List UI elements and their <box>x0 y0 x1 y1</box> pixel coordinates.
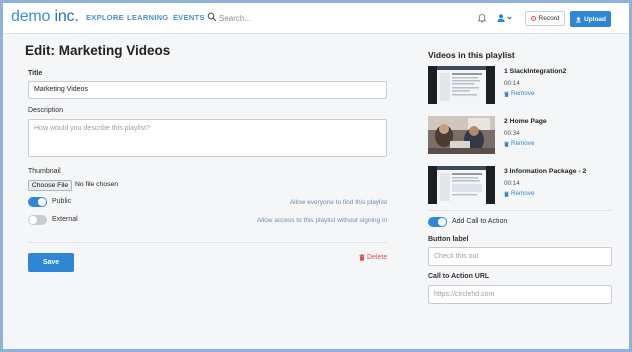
record-button[interactable]: Record <box>525 11 565 26</box>
external-hint: Allow access to this playlist without si… <box>256 217 387 224</box>
logo-text: demo <box>11 8 51 25</box>
nav-explore[interactable]: EXPLORE <box>86 13 124 22</box>
video-title[interactable]: 2 Home Page <box>504 118 547 125</box>
trash-icon <box>504 91 509 97</box>
video-title[interactable]: 1 SlackIntegration2 <box>504 68 566 75</box>
cta-url-input[interactable]: https://circlehd.com <box>428 285 612 304</box>
search-icon <box>207 12 217 22</box>
upload-button-label: Upload <box>583 15 607 23</box>
remove-video-button[interactable]: Remove <box>504 190 534 197</box>
cta-url-heading: Call to Action URL <box>428 273 490 280</box>
external-toggle[interactable] <box>28 215 47 225</box>
record-button-label: Record <box>538 15 560 22</box>
dark-screen-thumbnail-icon[interactable] <box>428 166 495 204</box>
call-to-action-label: Add Call to Action <box>452 218 508 225</box>
video-duration: 00:14 <box>504 80 520 87</box>
upload-button[interactable]: Upload <box>570 11 611 27</box>
upload-icon <box>575 16 581 22</box>
delete-label: Delete <box>367 254 388 261</box>
file-status-text: No file chosen <box>75 181 119 188</box>
video-duration: 00:14 <box>504 180 520 187</box>
logo-suffix: inc. <box>50 8 79 25</box>
button-label-input[interactable]: Check this out <box>428 247 612 266</box>
nav-events[interactable]: EVENTS <box>173 13 205 22</box>
form-divider <box>28 242 387 243</box>
panel-divider <box>428 210 612 211</box>
office-photo-thumbnail-icon[interactable] <box>428 116 495 154</box>
call-to-action-toggle[interactable] <box>428 217 447 227</box>
description-label: Description <box>28 107 64 114</box>
remove-label: Remove <box>511 190 535 197</box>
bell-icon[interactable] <box>477 13 487 23</box>
video-duration: 00:34 <box>504 130 520 137</box>
page-title: Edit: Marketing Videos <box>25 43 171 58</box>
trash-icon <box>504 191 509 197</box>
toggle-knob <box>38 198 46 206</box>
user-menu-icon[interactable] <box>496 13 514 23</box>
record-icon <box>530 16 536 21</box>
trash-icon <box>504 141 509 147</box>
trash-icon <box>359 254 365 261</box>
public-hint: Allow everyone to find this playlist <box>289 199 387 206</box>
thumbnail-label: Thumbnail <box>28 168 61 175</box>
remove-video-button[interactable]: Remove <box>504 90 534 97</box>
dark-screen-thumbnail-icon[interactable] <box>428 66 495 104</box>
button-label-heading: Button label <box>428 236 469 243</box>
toggle-knob <box>438 218 446 226</box>
title-input[interactable]: Marketing Videos <box>28 81 387 99</box>
remove-video-button[interactable]: Remove <box>504 140 534 147</box>
playlist-video-item: 1 SlackIntegration2 00:14 Remove <box>428 66 612 106</box>
remove-label: Remove <box>511 140 535 147</box>
app-window: demo inc. EXPLORE LEARNING EVENTS Record <box>0 0 632 352</box>
delete-button[interactable]: Delete <box>359 254 387 261</box>
playlist-video-item: 2 Home Page 00:34 Remove <box>428 116 612 156</box>
remove-label: Remove <box>511 90 535 97</box>
video-title[interactable]: 3 Information Package - 2 <box>504 168 586 175</box>
search-input[interactable] <box>219 11 339 25</box>
public-toggle[interactable] <box>28 197 47 207</box>
title-label: Title <box>28 70 43 77</box>
external-label: External <box>52 216 78 223</box>
save-button[interactable]: Save <box>28 253 74 272</box>
top-navigation-bar: demo inc. EXPLORE LEARNING EVENTS Record <box>3 3 629 34</box>
playlist-heading: Videos in this playlist <box>428 50 515 60</box>
nav-learning[interactable]: LEARNING <box>127 13 169 22</box>
playlist-video-item: 3 Information Package - 2 00:14 Remove <box>428 166 612 206</box>
choose-file-button[interactable]: Choose File <box>28 180 72 191</box>
brand-logo[interactable]: demo inc. <box>11 8 79 26</box>
public-label: Public <box>52 198 72 205</box>
toggle-knob <box>29 216 37 224</box>
description-textarea[interactable]: How would you describe this playlist? <box>28 119 387 157</box>
